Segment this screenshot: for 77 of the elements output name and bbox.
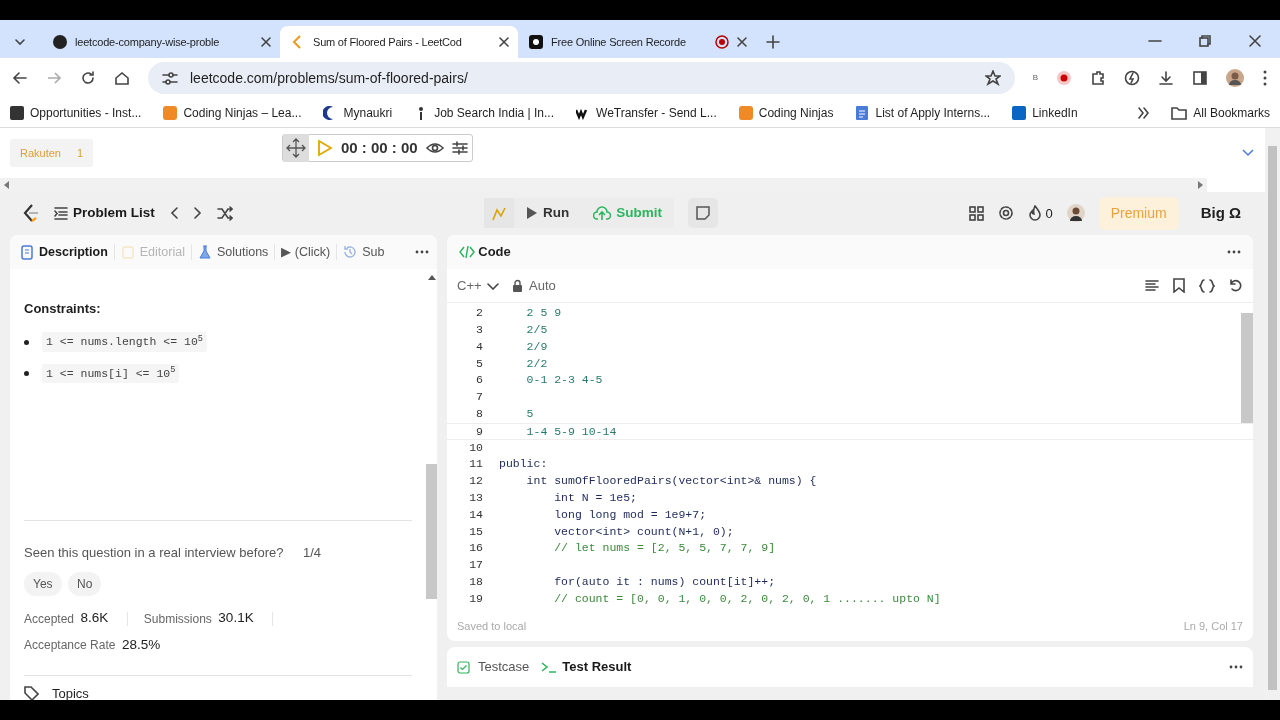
panel-tab[interactable]: Sub: [343, 242, 385, 262]
line-number: 13: [468, 489, 483, 506]
code-constraint: 1 <= nums.length <= 10$^{5}$: [42, 332, 207, 352]
bookmark[interactable]: Coding Ninjas – Lea...: [163, 103, 302, 122]
code-line[interactable]: 1-4 5-9 10-14: [483, 423, 617, 439]
code-line[interactable]: // let nums = [2, 5, 5, 7, 7, 9]: [483, 540, 776, 558]
code-line[interactable]: 2 5 9: [483, 305, 562, 322]
code-line[interactable]: 5: [483, 405, 534, 423]
code-line[interactable]: // count = [0, 0, 1, 0, 0, 2, 0, 2, 0, 1 ....... upto N]: [483, 590, 941, 608]
address-bar[interactable]: leetcode.com/problems/sum-of-floored-pairs/: [148, 62, 1015, 94]
bookmark[interactable]: Job Search India | In...: [414, 103, 554, 122]
line-number: 14: [468, 506, 483, 523]
panel-tab[interactable]: Test Result: [541, 657, 632, 677]
code-line[interactable]: for(auto it : nums) count[it]++;: [483, 573, 776, 591]
code-line[interactable]: 2/9: [483, 338, 548, 356]
code-line[interactable]: public:: [483, 456, 548, 474]
question-text: Seen this question in a real interview before?: [24, 543, 284, 562]
line-number: 11: [468, 456, 483, 473]
line-number: 10: [468, 439, 483, 456]
stat-label: Accepted: [24, 610, 75, 628]
code-constraint: 1 <= nums[i] <= 10$^{5}$: [42, 363, 180, 383]
progress-count: 1/4: [302, 543, 321, 562]
answer-button[interactable]: Yes: [24, 572, 62, 597]
bookmark[interactable]: WeTransfer - Send L...: [576, 103, 717, 122]
stat-label: Submissions: [143, 610, 212, 628]
code-line[interactable]: int sumOfFlooredPairs(vector<int>& nums) {: [483, 473, 817, 490]
cursor-position: Ln 9, Col 17: [1183, 618, 1243, 634]
code-line[interactable]: long long mod = 1e9+7;: [483, 506, 707, 524]
line-number: 15: [468, 523, 483, 540]
line-number: 3: [475, 322, 483, 338]
browser-tab[interactable]: Free Online Screen Recorde: [518, 26, 756, 58]
code-line[interactable]: 0-1 2-3 4-5: [483, 372, 603, 390]
streak-button[interactable]: 0: [1028, 203, 1053, 224]
run-button[interactable]: Run: [513, 198, 582, 229]
bookmark[interactable]: Mynaukri: [323, 103, 393, 122]
answer-button[interactable]: No: [68, 572, 102, 597]
bookmark[interactable]: Opportunities - Inst...: [10, 103, 142, 122]
stat-label: Acceptance Rate: [24, 636, 116, 654]
bookmark[interactable]: Coding Ninjas: [738, 103, 834, 122]
code-line[interactable]: 2/2: [483, 355, 548, 373]
panel-tab[interactable]: Description: [20, 242, 108, 262]
brand-link[interactable]: Big Ω: [1200, 202, 1241, 225]
line-number: 17: [468, 557, 483, 574]
panel-tab[interactable]: Solutions: [197, 242, 269, 262]
line-number: 12: [468, 473, 483, 490]
line-number: 16: [468, 540, 483, 557]
line-number: 18: [468, 573, 483, 590]
line-number: 8: [475, 405, 483, 422]
browser-tab[interactable]: Sum of Floored Pairs - LeetCod: [280, 26, 518, 58]
stat-value: 8.6K: [80, 609, 109, 628]
line-number: 2: [475, 305, 483, 322]
bookmark[interactable]: LinkedIn: [1012, 103, 1078, 122]
code-line[interactable]: 2/5: [483, 322, 548, 339]
language-dropdown[interactable]: C++: [457, 275, 499, 296]
mode-label: Auto: [529, 276, 556, 295]
panel-tab[interactable]: Testcase: [457, 657, 530, 677]
all-bookmarks[interactable]: All Bookmarks: [1171, 103, 1270, 122]
line-number: 19: [468, 590, 483, 607]
stat-value: 30.1K: [218, 609, 254, 628]
line-number: 4: [475, 338, 483, 355]
bookmark[interactable]: List of Apply Interns...: [855, 103, 991, 122]
line-number: 6: [475, 372, 483, 389]
panel-tab[interactable]: ▶ (Click): [281, 242, 331, 262]
extension-icon[interactable]: B: [1032, 72, 1038, 84]
problem-list-button[interactable]: Problem List: [54, 203, 155, 224]
section-heading: Topics: [52, 684, 89, 700]
section-heading: Constraints:: [24, 299, 102, 318]
code-line[interactable]: vector<int> count(N+1, 0);: [483, 523, 734, 541]
line-number: 9: [475, 423, 483, 439]
code-line[interactable]: int N = 1e5;: [483, 489, 638, 507]
stat-value: 28.5%: [121, 635, 161, 654]
panel-tab[interactable]: Code: [459, 242, 511, 262]
line-number: 5: [475, 355, 483, 372]
browser-tab[interactable]: leetcode-company-wise-proble: [42, 26, 280, 58]
line-number: 7: [475, 389, 483, 406]
timer-display: 00 : 00 : 00: [341, 137, 418, 158]
save-status: Saved to local: [457, 618, 527, 634]
